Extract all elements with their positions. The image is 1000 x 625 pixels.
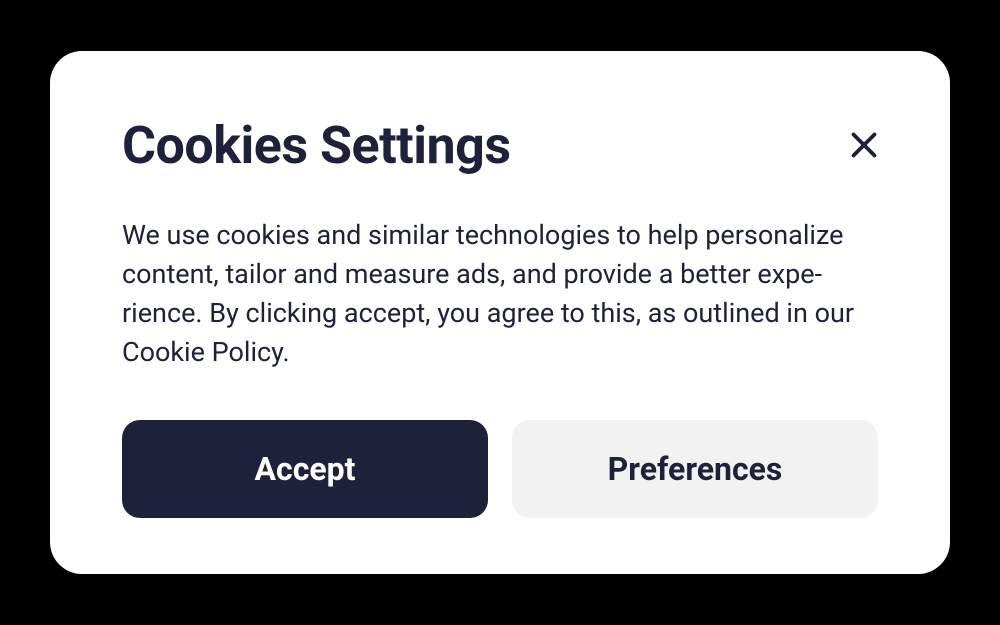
preferences-button[interactable]: Preferences: [512, 420, 878, 518]
cookies-modal: Cookies Settings We use cookies and simi…: [50, 51, 950, 575]
modal-header: Cookies Settings: [122, 115, 878, 176]
close-button[interactable]: [842, 123, 886, 170]
accept-button[interactable]: Accept: [122, 420, 488, 518]
close-icon: [846, 127, 882, 163]
modal-body-text: We use cookies and similar technologies …: [122, 216, 878, 373]
modal-title: Cookies Settings: [122, 115, 511, 176]
modal-actions: Accept Preferences: [122, 420, 878, 518]
